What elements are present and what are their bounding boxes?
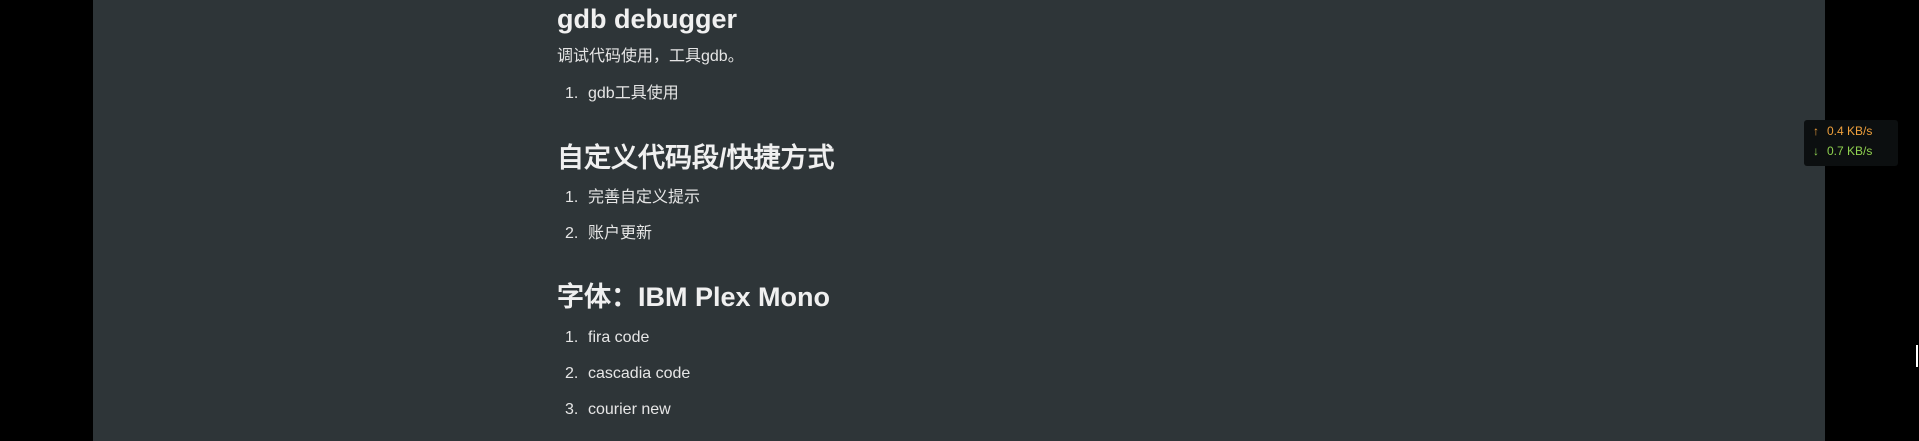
list-item: 2. cascadia code bbox=[557, 363, 957, 385]
upload-speed-row: ↑ 0.4 KB/s bbox=[1813, 124, 1872, 138]
section-heading: gdb debugger bbox=[557, 4, 737, 34]
list-item-text: courier new bbox=[588, 401, 671, 418]
list-item: 1. 完善自定义提示 bbox=[557, 187, 957, 209]
ordered-list: 1. gdb工具使用 bbox=[557, 83, 957, 119]
download-speed-row: ↓ 0.7 KB/s bbox=[1813, 144, 1872, 158]
section-paragraph: 调试代码使用，工具gdb。 bbox=[557, 48, 744, 65]
list-item-text: fira code bbox=[588, 329, 650, 346]
document-panel: gdb debugger 调试代码使用，工具gdb。 1. gdb工具使用 自定… bbox=[93, 0, 1898, 441]
arrow-down-icon: ↓ bbox=[1813, 144, 1819, 158]
text-cursor-icon bbox=[1916, 345, 1918, 367]
list-item-text: gdb工具使用 bbox=[588, 85, 679, 102]
arrow-up-icon: ↑ bbox=[1813, 124, 1819, 138]
list-item-text: 账户更新 bbox=[588, 225, 653, 242]
upload-speed: 0.4 KB/s bbox=[1827, 124, 1873, 138]
ordered-list: 1. fira code 2. cascadia code 3. courier… bbox=[557, 327, 957, 435]
download-speed: 0.7 KB/s bbox=[1827, 144, 1873, 158]
list-number: 1. bbox=[565, 85, 579, 102]
list-item-text: 完善自定义提示 bbox=[588, 189, 701, 206]
network-speed-widget[interactable]: ↑ 0.4 KB/s ↓ 0.7 KB/s bbox=[1804, 120, 1898, 166]
list-item: 1. gdb工具使用 bbox=[557, 83, 957, 105]
screen: gdb debugger 调试代码使用，工具gdb。 1. gdb工具使用 自定… bbox=[0, 0, 1919, 441]
list-item: 1. fira code bbox=[557, 327, 957, 349]
list-item: 3. courier new bbox=[557, 399, 957, 421]
list-item: 2. 账户更新 bbox=[557, 223, 957, 245]
list-number: 1. bbox=[565, 189, 579, 206]
section-heading: 自定义代码段/快捷方式 bbox=[557, 143, 835, 173]
section-heading: 字体：IBM Plex Mono bbox=[557, 282, 831, 312]
ordered-list: 1. 完善自定义提示 2. 账户更新 bbox=[557, 187, 957, 259]
list-number: 1. bbox=[565, 329, 579, 346]
list-item-text: cascadia code bbox=[588, 365, 691, 382]
list-number: 3. bbox=[565, 401, 579, 418]
list-number: 2. bbox=[565, 225, 579, 242]
list-number: 2. bbox=[565, 365, 579, 382]
